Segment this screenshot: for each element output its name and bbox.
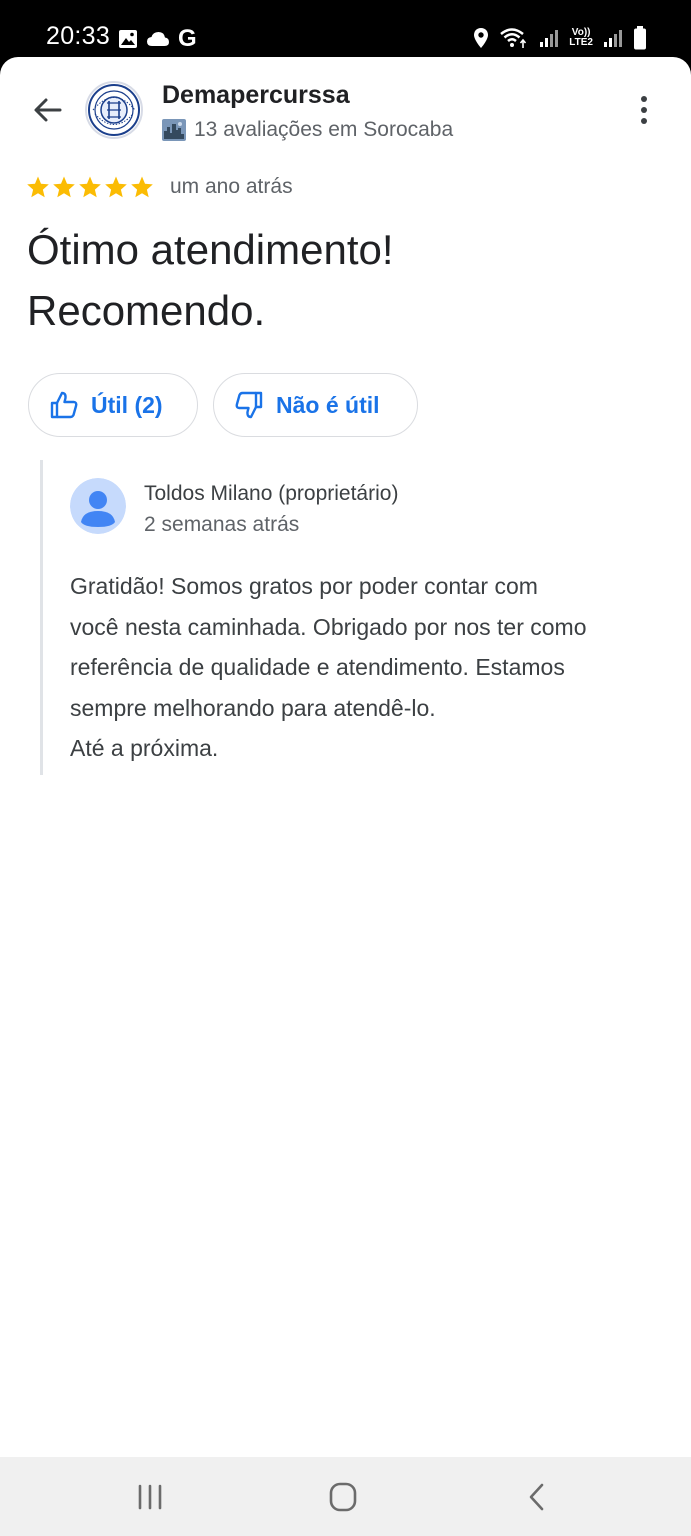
more-options-button[interactable]	[628, 91, 660, 131]
home-button[interactable]	[319, 1477, 367, 1517]
location-icon	[474, 28, 489, 48]
google-g-icon: G	[178, 25, 197, 52]
status-left-icons: G	[118, 27, 197, 51]
system-back-button[interactable]	[513, 1477, 561, 1517]
star-icon	[27, 176, 49, 198]
thumbs-up-icon	[50, 391, 78, 419]
rating-row: um ano atrás	[26, 175, 293, 199]
helpful-button[interactable]: Útil (2)	[28, 373, 198, 437]
image-icon	[119, 30, 137, 48]
star-icon	[79, 176, 101, 198]
status-time: 20:33	[46, 22, 111, 50]
status-right-icons: Vo)) LTE2	[473, 24, 647, 52]
signal-icon	[604, 30, 622, 47]
recents-icon	[138, 1484, 162, 1510]
reviewer-name[interactable]: Demapercurssa	[162, 81, 350, 110]
cloud-icon	[147, 32, 169, 46]
owner-name: Toldos Milano (proprietário)	[144, 482, 399, 505]
back-button[interactable]	[30, 92, 66, 128]
arrow-left-icon	[34, 98, 62, 122]
helpful-label: Útil (2)	[91, 391, 163, 418]
volte-icon: Vo)) LTE2	[569, 28, 593, 48]
star-rating	[26, 175, 154, 199]
back-icon	[529, 1483, 544, 1511]
default-user-avatar-icon	[70, 478, 126, 534]
review-date: um ano atrás	[170, 175, 293, 198]
system-nav-bar	[0, 1457, 691, 1536]
owner-reply: Toldos Milano (proprietário) 2 semanas a…	[40, 460, 663, 775]
review-header: Demapercurssa 13 avaliações em Sorocaba	[0, 57, 691, 167]
battery-icon	[634, 26, 646, 50]
club-crest-icon	[88, 84, 140, 136]
home-icon	[329, 1482, 357, 1512]
thumbs-down-icon	[235, 391, 263, 419]
owner-avatar	[70, 478, 126, 534]
local-guide-badge-icon	[162, 119, 186, 141]
review-text: Ótimo atendimento! Recomendo.	[27, 219, 647, 341]
owner-reply-date: 2 semanas atrás	[144, 513, 300, 536]
star-icon	[105, 176, 127, 198]
star-icon	[53, 176, 75, 198]
review-sheet: Demapercurssa 13 avaliações em Sorocaba	[0, 57, 691, 1457]
not-helpful-label: Não é útil	[276, 391, 380, 418]
reviewer-meta-row: 13 avaliações em Sorocaba	[162, 118, 453, 142]
more-vert-icon	[641, 96, 647, 124]
status-bar: 20:33 G Vo)) LTE2	[0, 0, 691, 62]
reviewer-meta: 13 avaliações em Sorocaba	[194, 118, 454, 141]
star-icon	[131, 176, 153, 198]
review-text-line-1: Ótimo atendimento!	[27, 226, 394, 273]
recents-button[interactable]	[126, 1477, 174, 1517]
review-text-line-2: Recomendo.	[27, 287, 266, 334]
wifi-icon	[500, 28, 527, 48]
not-helpful-button[interactable]: Não é útil	[213, 373, 418, 437]
owner-reply-text: Gratidão! Somos gratos por poder contar …	[70, 573, 587, 761]
reviewer-avatar[interactable]	[85, 81, 143, 139]
signal-icon	[540, 30, 559, 47]
volte-line-2: LTE2	[569, 37, 593, 48]
